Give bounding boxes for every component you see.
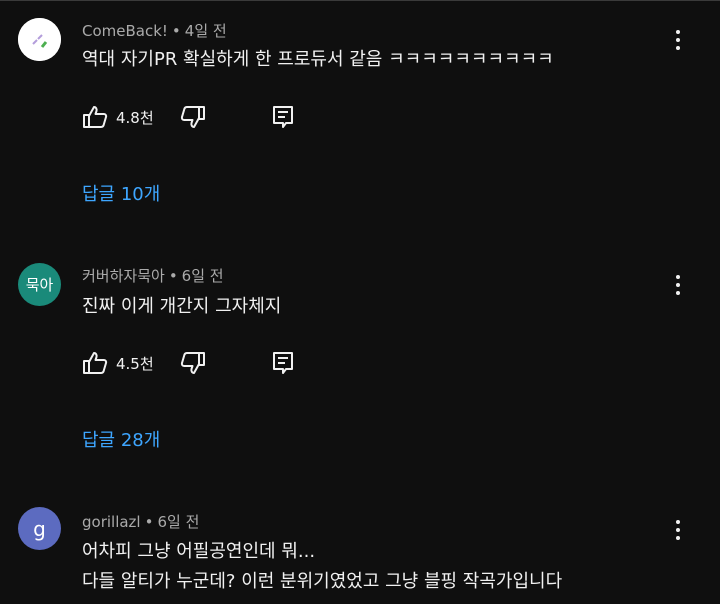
thumb-up-icon[interactable]	[82, 351, 108, 375]
view-replies-button[interactable]: 답글 28개	[82, 426, 160, 452]
avatar-image-icon	[18, 18, 61, 61]
comment-meta: 커버하자묵아 • 6일 전	[82, 265, 224, 286]
meta-separator: •	[171, 22, 181, 40]
thumb-down-icon[interactable]	[180, 105, 206, 129]
comment-actions: 4.8천	[82, 102, 302, 132]
more-vert-icon[interactable]	[668, 518, 688, 542]
comment-text: 진짜 이게 개간지 그자체지	[82, 292, 281, 322]
comment-text: 어차피 그냥 어필공연인데 뭐... 다들 알티가 누군데? 이런 분위기였었고…	[82, 537, 562, 597]
like-count: 4.5천	[116, 355, 154, 373]
thumb-up-icon[interactable]	[82, 105, 108, 129]
avatar[interactable]	[18, 18, 61, 61]
comment-time[interactable]: 6일 전	[182, 267, 224, 285]
comment-reply-icon[interactable]	[272, 351, 294, 375]
like-count: 4.8천	[116, 109, 154, 127]
view-replies-button[interactable]: 답글 10개	[82, 180, 160, 206]
meta-separator: •	[168, 267, 178, 285]
comment-reply-icon[interactable]	[272, 105, 294, 129]
avatar[interactable]: g	[18, 507, 61, 550]
comment-actions: 4.5천	[82, 348, 302, 378]
more-vert-icon[interactable]	[668, 273, 688, 297]
comment-time[interactable]: 4일 전	[185, 22, 227, 40]
comment-text: 역대 자기PR 확실하게 한 프로듀서 같음 ㅋㅋㅋㅋㅋㅋㅋㅋㅋㅋ	[82, 45, 554, 75]
comment-text-line: 진짜 이게 개간지 그자체지	[82, 296, 282, 317]
comment-meta: ComeBack! • 4일 전	[82, 20, 227, 41]
author-name[interactable]: 커버하자묵아	[82, 267, 165, 285]
comment-text-line: 어차피 그냥 어필공연인데 뭐...	[82, 541, 316, 562]
top-divider	[0, 0, 720, 1]
more-vert-icon[interactable]	[668, 28, 688, 52]
thumb-down-icon[interactable]	[180, 351, 206, 375]
avatar[interactable]: 묵아	[18, 263, 61, 306]
meta-separator: •	[144, 513, 154, 531]
comment-time[interactable]: 6일 전	[157, 513, 199, 531]
comment-text-line: 다들 알티가 누군데? 이런 분위기였었고 그냥 블핑 작곡가입니다	[82, 571, 563, 592]
author-name[interactable]: ComeBack!	[82, 22, 168, 40]
comment-text-line: 역대 자기PR 확실하게 한 프로듀서 같음 ㅋㅋㅋㅋㅋㅋㅋㅋㅋㅋ	[82, 49, 554, 70]
author-name[interactable]: gorillazl	[82, 513, 141, 531]
comment-meta: gorillazl • 6일 전	[82, 511, 199, 532]
